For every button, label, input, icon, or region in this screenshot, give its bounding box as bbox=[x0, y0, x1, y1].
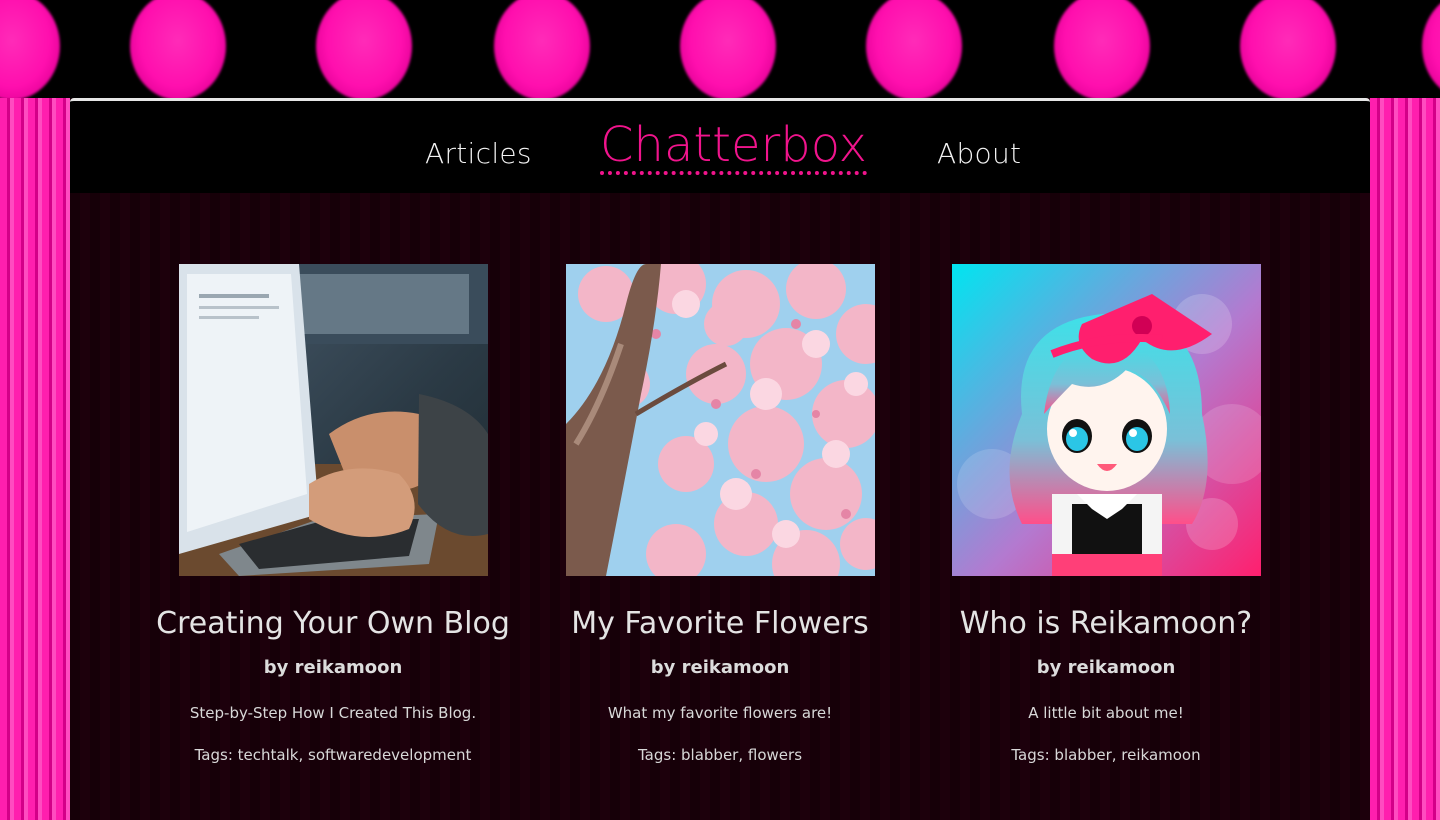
tag-link[interactable]: reikamoon bbox=[1121, 746, 1200, 764]
nav-about-link[interactable]: About bbox=[937, 137, 1021, 170]
pink-dot bbox=[1422, 0, 1440, 100]
tag-link[interactable]: blabber bbox=[681, 746, 738, 764]
tag-separator: , bbox=[1111, 746, 1122, 764]
tag-separator: , bbox=[298, 746, 308, 764]
article-card: Creating Your Own Blog by reikamoon Step… bbox=[143, 264, 523, 764]
tags-label: Tags: bbox=[194, 746, 233, 764]
pink-dot bbox=[494, 0, 590, 100]
article-author: by reikamoon bbox=[263, 657, 403, 678]
tags-label: Tags: bbox=[1011, 746, 1050, 764]
pink-dot bbox=[1240, 0, 1336, 100]
polka-dot-banner bbox=[0, 0, 1440, 100]
anime-avatar-illustration[interactable] bbox=[951, 264, 1261, 576]
tag-link[interactable]: techtalk bbox=[238, 746, 299, 764]
article-description: A little bit about me! bbox=[1028, 704, 1184, 722]
main-panel: Articles Chatterbox About Creating Your … bbox=[70, 98, 1370, 820]
article-tags: Tags: blabber, flowers bbox=[530, 746, 910, 764]
article-title[interactable]: My Favorite Flowers bbox=[530, 606, 910, 641]
tag-link[interactable]: flowers bbox=[748, 746, 802, 764]
article-author: by reikamoon bbox=[650, 657, 790, 678]
article-description: What my favorite flowers are! bbox=[607, 704, 833, 722]
article-tags: Tags: techtalk, softwaredevelopment bbox=[143, 746, 523, 764]
pink-dot bbox=[0, 0, 60, 100]
tag-link[interactable]: blabber bbox=[1054, 746, 1111, 764]
article-description: Step-by-Step How I Created This Blog. bbox=[189, 704, 477, 722]
pink-dot bbox=[866, 0, 962, 100]
pink-dot bbox=[680, 0, 776, 100]
left-stripe-border bbox=[0, 98, 70, 820]
site-brand-link[interactable]: Chatterbox bbox=[600, 119, 868, 175]
article-card: Who is Reikamoon? by reikamoon A little … bbox=[916, 264, 1296, 764]
article-card: My Favorite Flowers by reikamoon What my… bbox=[530, 264, 910, 764]
tags-label: Tags: bbox=[637, 746, 677, 764]
article-title[interactable]: Who is Reikamoon? bbox=[916, 606, 1296, 641]
article-author: by reikamoon bbox=[1036, 657, 1176, 678]
tag-link[interactable]: softwaredevelopment bbox=[308, 746, 471, 764]
tag-separator: , bbox=[738, 746, 748, 764]
laptop-typing-photo[interactable] bbox=[178, 264, 488, 576]
site-header: Articles Chatterbox About bbox=[70, 98, 1370, 193]
page: Articles Chatterbox About Creating Your … bbox=[0, 0, 1440, 820]
article-tags: Tags: blabber, reikamoon bbox=[916, 746, 1296, 764]
pink-dot bbox=[1054, 0, 1150, 100]
pink-dot bbox=[316, 0, 412, 100]
right-stripe-border bbox=[1370, 98, 1440, 820]
nav-articles-link[interactable]: Articles bbox=[425, 137, 532, 170]
cherry-blossom-photo[interactable] bbox=[565, 264, 875, 576]
pink-dot bbox=[130, 0, 226, 100]
article-title[interactable]: Creating Your Own Blog bbox=[143, 606, 523, 641]
